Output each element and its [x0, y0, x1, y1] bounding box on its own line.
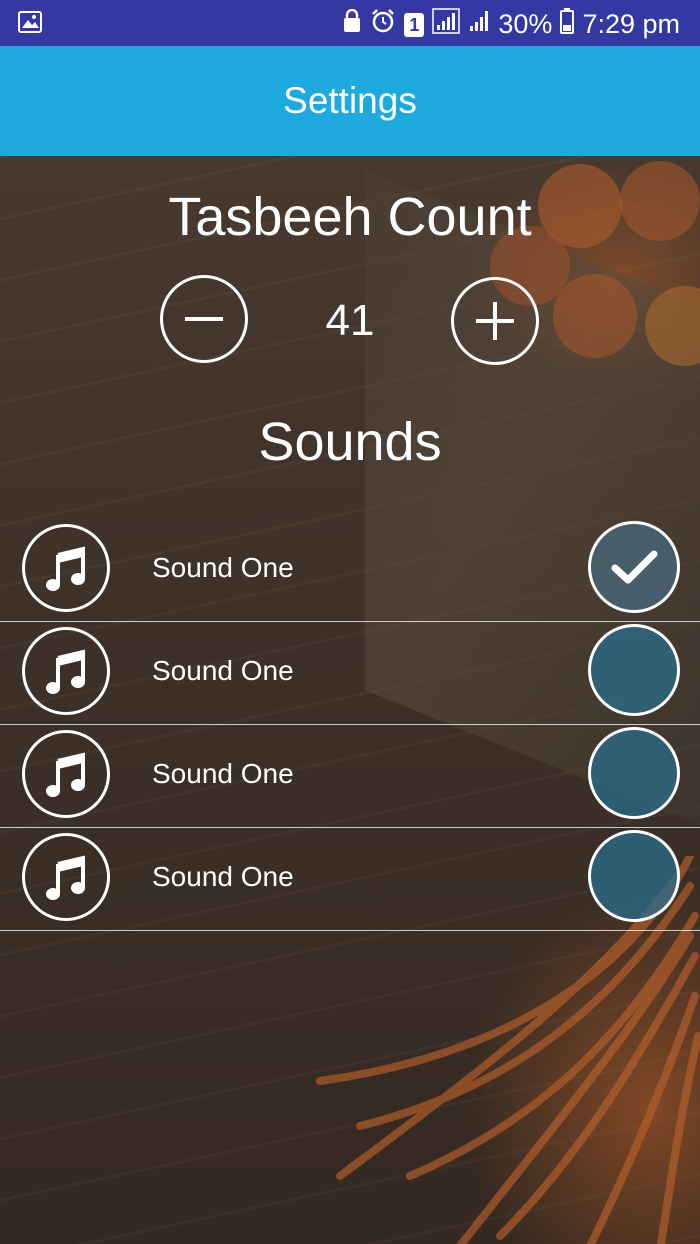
tasbeeh-count-value: 41 [325, 296, 375, 345]
sound-row[interactable]: Sound One [0, 518, 700, 622]
sounds-heading: Sounds [258, 412, 442, 472]
app-bar: Settings [0, 46, 700, 156]
music-note-icon [46, 546, 85, 591]
sound-label: Sound One [152, 758, 294, 789]
sound-label: Sound One [152, 655, 294, 686]
sound-select-checkbox[interactable] [588, 830, 680, 922]
settings-content: Tasbeeh Count 41 Sounds Sound One Sound O… [0, 156, 700, 1244]
music-note-icon [46, 752, 85, 797]
sound-row[interactable]: Sound One [0, 827, 700, 931]
sound-select-checkbox[interactable] [588, 624, 680, 716]
decrement-button[interactable] [160, 275, 248, 363]
vpn-lock-icon [342, 8, 362, 40]
sound-label: Sound One [152, 552, 294, 583]
play-sound-button[interactable] [22, 730, 110, 818]
sound-label: Sound One [152, 861, 294, 892]
sound-row[interactable]: Sound One [0, 621, 700, 725]
music-note-icon [46, 649, 85, 694]
page-title: Settings [283, 80, 417, 121]
sound-row[interactable]: Sound One [0, 724, 700, 828]
alarm-icon [370, 8, 396, 41]
signal-icon [432, 8, 461, 41]
sim-badge-icon: 1 [404, 12, 425, 37]
play-sound-button[interactable] [22, 627, 110, 715]
battery-percent: 30% [498, 9, 553, 39]
status-bar: 1 30% 7:29 pm [0, 0, 700, 46]
clock: 7:29 pm [582, 9, 680, 39]
minus-icon [185, 317, 223, 321]
checkmark-icon [611, 550, 658, 584]
music-note-icon [46, 855, 85, 900]
sound-select-checkbox-checked[interactable] [588, 521, 680, 613]
sound-select-checkbox[interactable] [588, 727, 680, 819]
play-sound-button[interactable] [22, 833, 110, 921]
plus-icon [476, 302, 514, 340]
increment-button[interactable] [451, 277, 539, 365]
battery-icon [560, 8, 575, 41]
tasbeeh-count-heading: Tasbeeh Count [168, 187, 532, 247]
gallery-notification-icon [18, 11, 42, 38]
signal-secondary-icon [468, 9, 490, 40]
play-sound-button[interactable] [22, 524, 110, 612]
